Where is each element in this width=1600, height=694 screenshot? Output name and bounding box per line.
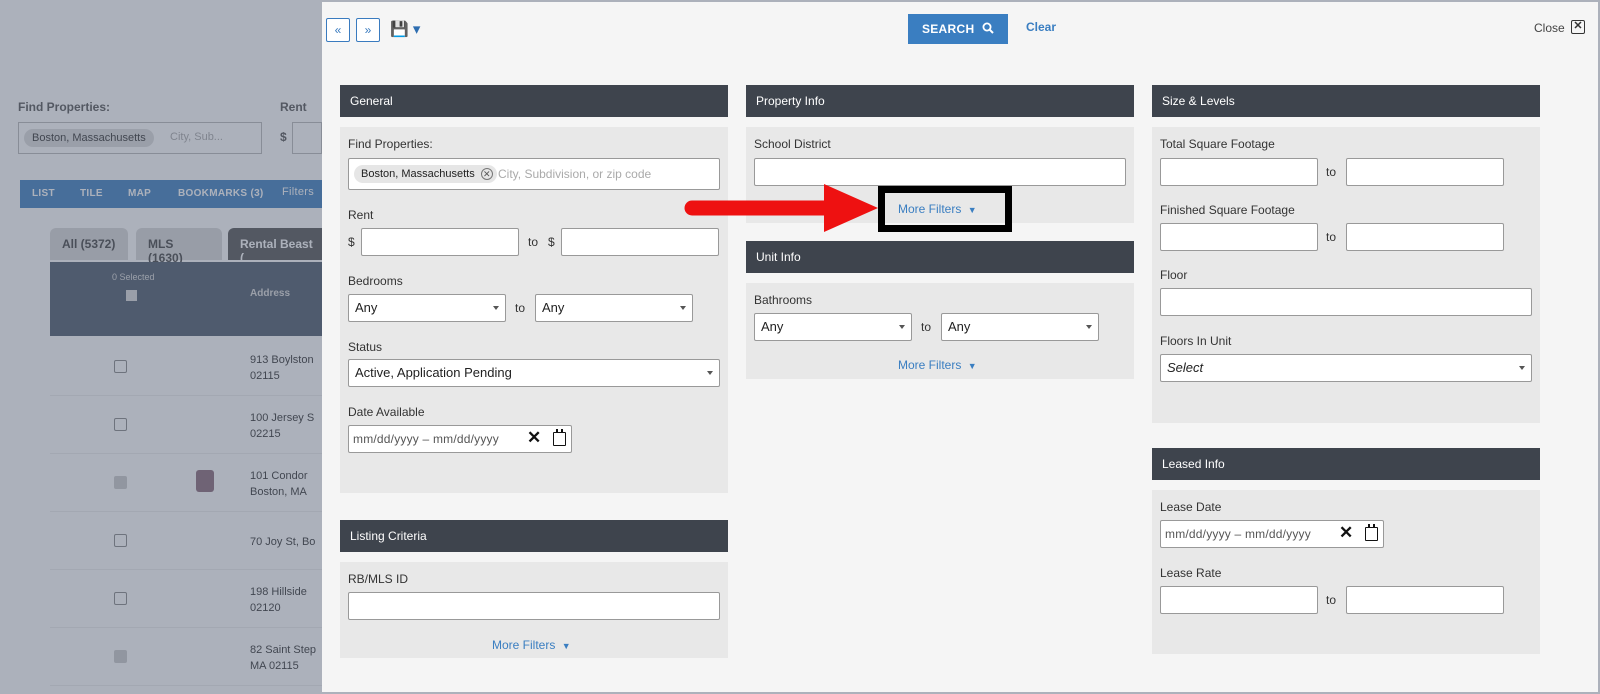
- chevron-down-icon: [1086, 325, 1092, 329]
- filter-panel: « » 💾 ▾ SEARCH Clear Close ✕ General Fin…: [322, 2, 1598, 692]
- finished-sqft-max-input[interactable]: [1346, 223, 1504, 251]
- total-sqft-to-label: to: [1326, 165, 1337, 179]
- leased-info-section-body: Lease Date mm/dd/yyyy – mm/dd/yyyy ✕ Lea…: [1152, 490, 1540, 654]
- leased-info-section-title[interactable]: Leased Info: [1152, 448, 1540, 480]
- bedrooms-max-value: Any: [542, 300, 565, 315]
- floors-in-unit-select[interactable]: Select: [1160, 354, 1532, 382]
- bedrooms-to-label: to: [515, 301, 526, 315]
- size-levels-section-body: Total Square Footage to Finished Square …: [1152, 127, 1540, 423]
- clear-date-icon[interactable]: ✕: [1339, 523, 1353, 543]
- general-section-body: Find Properties: Boston, Massachusetts ✕…: [340, 127, 728, 493]
- bedrooms-min-select[interactable]: Any: [348, 294, 506, 322]
- finished-sqft-label: Finished Square Footage: [1160, 203, 1295, 217]
- rent-max-currency: $: [548, 235, 555, 249]
- chevron-down-icon: ▼: [967, 361, 977, 371]
- location-chip: Boston, Massachusetts ✕: [354, 165, 497, 183]
- floors-in-unit-value: Select: [1167, 360, 1204, 375]
- listing-criteria-section-title[interactable]: Listing Criteria: [340, 520, 728, 552]
- chevron-down-icon: [493, 306, 499, 310]
- calendar-icon[interactable]: [553, 429, 566, 446]
- remove-chip-icon[interactable]: ✕: [480, 168, 493, 180]
- status-select[interactable]: Active, Application Pending: [348, 359, 720, 387]
- lease-rate-min-input[interactable]: [1160, 586, 1318, 614]
- leased-info-section: Leased Info Lease Date mm/dd/yyyy – mm/d…: [1152, 448, 1540, 654]
- lease-date-range-input[interactable]: mm/dd/yyyy – mm/dd/yyyy ✕: [1160, 520, 1384, 548]
- annotation-arrow-icon: [684, 184, 878, 232]
- lease-rate-to-label: to: [1326, 593, 1337, 607]
- chevron-down-icon: [899, 325, 905, 329]
- rent-label: Rent: [348, 208, 374, 222]
- total-sqft-max-input[interactable]: [1346, 158, 1504, 186]
- unit-info-section-title[interactable]: Unit Info: [746, 241, 1134, 273]
- floors-in-unit-label: Floors In Unit: [1160, 334, 1232, 348]
- rent-min-input[interactable]: [361, 228, 519, 256]
- bathrooms-to-label: to: [921, 320, 932, 334]
- date-available-range-input[interactable]: mm/dd/yyyy – mm/dd/yyyy ✕: [348, 425, 572, 453]
- bathrooms-label: Bathrooms: [754, 293, 813, 307]
- unit-info-section-body: Bathrooms Any to Any More Filters ▼: [746, 283, 1134, 379]
- calendar-icon[interactable]: [1365, 524, 1378, 541]
- floor-input[interactable]: [1160, 288, 1532, 316]
- property-info-section-title[interactable]: Property Info: [746, 85, 1134, 117]
- general-section-title[interactable]: General: [340, 85, 728, 117]
- find-properties-label: Find Properties:: [348, 137, 433, 151]
- clear-link[interactable]: Clear: [1026, 20, 1056, 34]
- finished-sqft-min-input[interactable]: [1160, 223, 1318, 251]
- listing-more-filters-label: More Filters: [492, 638, 556, 652]
- chevron-down-icon: [680, 306, 686, 310]
- bedrooms-max-select[interactable]: Any: [535, 294, 693, 322]
- bedrooms-min-value: Any: [355, 300, 378, 315]
- floor-label: Floor: [1160, 268, 1188, 282]
- size-levels-section-title[interactable]: Size & Levels: [1152, 85, 1540, 117]
- annotation-highlight-box: [878, 186, 1012, 232]
- listing-more-filters-link[interactable]: More Filters ▼: [492, 638, 571, 652]
- location-search-placeholder: City, Subdivision, or zip code: [498, 167, 652, 181]
- chevron-down-icon: [707, 371, 713, 375]
- rent-min-currency: $: [348, 235, 355, 249]
- chevron-down-icon: ▼: [561, 641, 571, 651]
- total-sqft-label: Total Square Footage: [1160, 137, 1275, 151]
- lease-rate-max-input[interactable]: [1346, 586, 1504, 614]
- bathrooms-max-select[interactable]: Any: [941, 313, 1099, 341]
- rb-mls-id-input[interactable]: [348, 592, 720, 620]
- chevron-down-icon: [1519, 366, 1525, 370]
- status-value: Active, Application Pending: [355, 365, 512, 380]
- status-label: Status: [348, 340, 383, 354]
- close-link[interactable]: Close: [1534, 21, 1565, 35]
- location-chip-label: Boston, Massachusetts: [361, 168, 475, 180]
- listing-criteria-section: Listing Criteria RB/MLS ID More Filters …: [340, 520, 728, 658]
- save-search-button[interactable]: 💾 ▾: [390, 18, 420, 42]
- search-icon: [982, 22, 994, 34]
- size-levels-section: Size & Levels Total Square Footage to Fi…: [1152, 85, 1540, 423]
- collapse-all-button[interactable]: »: [356, 18, 380, 42]
- close-icon[interactable]: ✕: [1571, 20, 1585, 34]
- bedrooms-label: Bedrooms: [348, 274, 403, 288]
- clear-date-icon[interactable]: ✕: [527, 428, 541, 448]
- lease-date-placeholder: mm/dd/yyyy – mm/dd/yyyy: [1165, 527, 1311, 541]
- search-button[interactable]: SEARCH: [908, 14, 1008, 44]
- total-sqft-min-input[interactable]: [1160, 158, 1318, 186]
- search-button-label: SEARCH: [921, 22, 975, 36]
- listing-criteria-section-body: RB/MLS ID More Filters ▼: [340, 562, 728, 658]
- date-available-label: Date Available: [348, 405, 425, 419]
- bathrooms-min-value: Any: [761, 319, 784, 334]
- school-district-label: School District: [754, 137, 831, 151]
- lease-rate-label: Lease Rate: [1160, 566, 1222, 580]
- lease-date-label: Lease Date: [1160, 500, 1222, 514]
- rb-mls-id-label: RB/MLS ID: [348, 572, 409, 586]
- date-available-placeholder: mm/dd/yyyy – mm/dd/yyyy: [353, 432, 499, 446]
- general-section: General Find Properties: Boston, Massach…: [340, 85, 728, 493]
- bathrooms-max-value: Any: [948, 319, 971, 334]
- finished-sqft-to-label: to: [1326, 230, 1337, 244]
- rent-to-label: to: [528, 235, 539, 249]
- expand-all-button[interactable]: «: [326, 18, 350, 42]
- unit-more-filters-label: More Filters: [898, 358, 962, 372]
- unit-more-filters-link[interactable]: More Filters ▼: [898, 358, 977, 372]
- unit-info-section: Unit Info Bathrooms Any to Any More Filt…: [746, 241, 1134, 379]
- bathrooms-min-select[interactable]: Any: [754, 313, 912, 341]
